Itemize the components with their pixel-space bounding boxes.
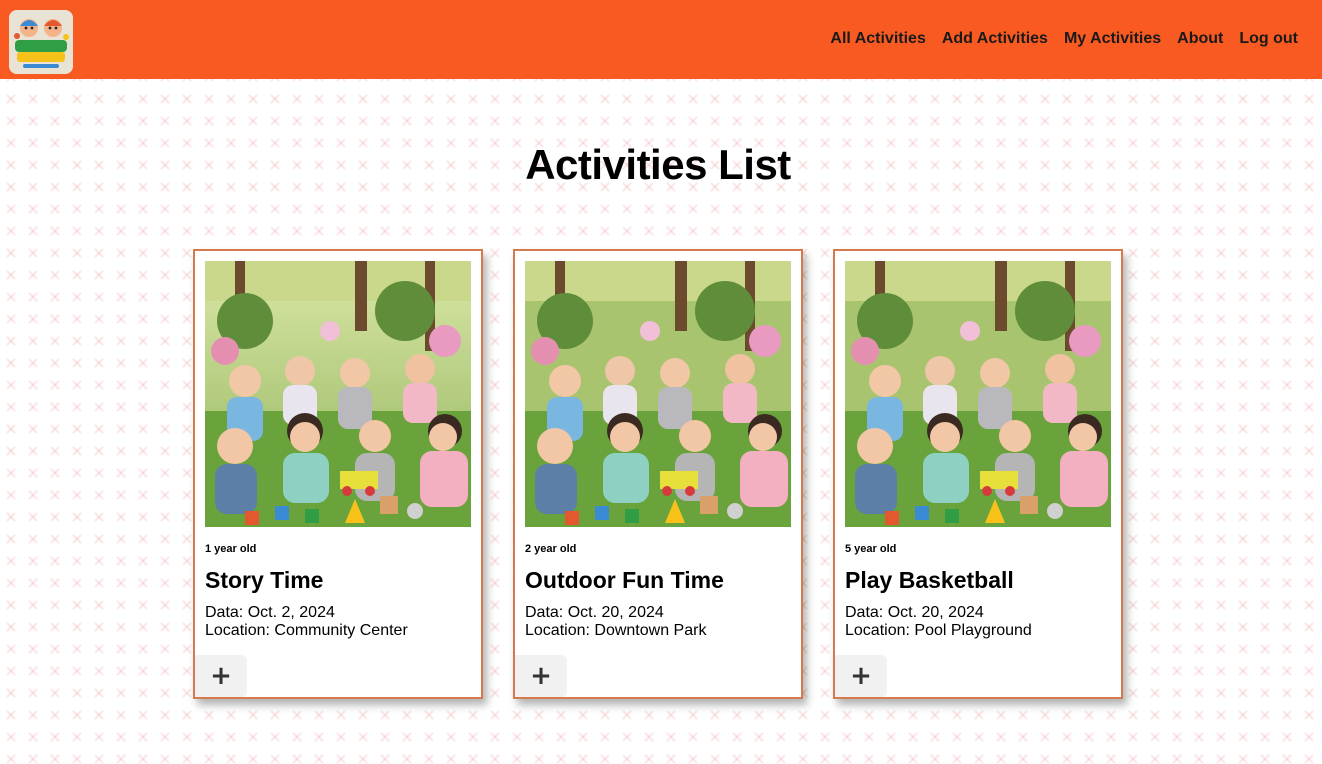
date-label: Data: <box>845 604 884 621</box>
add-activity-button[interactable]: + <box>515 655 567 697</box>
nav-log-out[interactable]: Log out <box>1239 29 1298 49</box>
activity-location: Location: Pool Playground <box>845 622 1032 640</box>
location-value: Downtown Park <box>594 622 707 639</box>
activity-date: Data: Oct. 2, 2024 <box>205 604 335 622</box>
activity-location: Location: Downtown Park <box>525 622 706 640</box>
page-title: Activities List <box>525 141 791 188</box>
location-label: Location: <box>205 622 270 639</box>
nav-about[interactable]: About <box>1177 29 1223 49</box>
site-logo[interactable] <box>9 10 73 74</box>
activity-date: Data: Oct. 20, 2024 <box>845 604 984 622</box>
main-nav: All Activities Add Activities My Activit… <box>830 29 1298 49</box>
age-label: 2 year old <box>525 543 577 555</box>
activity-location: Location: Community Center <box>205 622 408 640</box>
activity-title: Outdoor Fun Time <box>525 567 724 593</box>
activity-title: Play Basketball <box>845 567 1014 593</box>
activity-image <box>845 261 1111 527</box>
nav-my-activities[interactable]: My Activities <box>1064 29 1161 49</box>
location-value: Pool Playground <box>914 622 1032 639</box>
location-label: Location: <box>525 622 590 639</box>
date-label: Data: <box>205 604 244 621</box>
age-label: 5 year old <box>845 543 897 555</box>
date-value: Oct. 20, 2024 <box>567 604 664 621</box>
activity-card: 5 year old Play Basketball Data: Oct. 20… <box>833 249 1123 699</box>
activity-card: 1 year old Story Time Data: Oct. 2, 2024… <box>193 249 483 699</box>
activity-image <box>205 261 471 527</box>
add-activity-button[interactable]: + <box>835 655 887 697</box>
date-value: Oct. 2, 2024 <box>247 604 335 621</box>
date-value: Oct. 20, 2024 <box>887 604 984 621</box>
navbar: All Activities Add Activities My Activit… <box>0 0 1322 79</box>
activity-date: Data: Oct. 20, 2024 <box>525 604 664 622</box>
nav-add-activities[interactable]: Add Activities <box>942 29 1048 49</box>
activity-image <box>525 261 791 527</box>
activity-title: Story Time <box>205 567 324 593</box>
nav-all-activities[interactable]: All Activities <box>830 29 925 49</box>
add-activity-button[interactable]: + <box>195 655 247 697</box>
location-value: Community Center <box>274 622 408 639</box>
location-label: Location: <box>845 622 910 639</box>
activity-card: 2 year old Outdoor Fun Time Data: Oct. 2… <box>513 249 803 699</box>
age-label: 1 year old <box>205 543 257 555</box>
date-label: Data: <box>525 604 564 621</box>
